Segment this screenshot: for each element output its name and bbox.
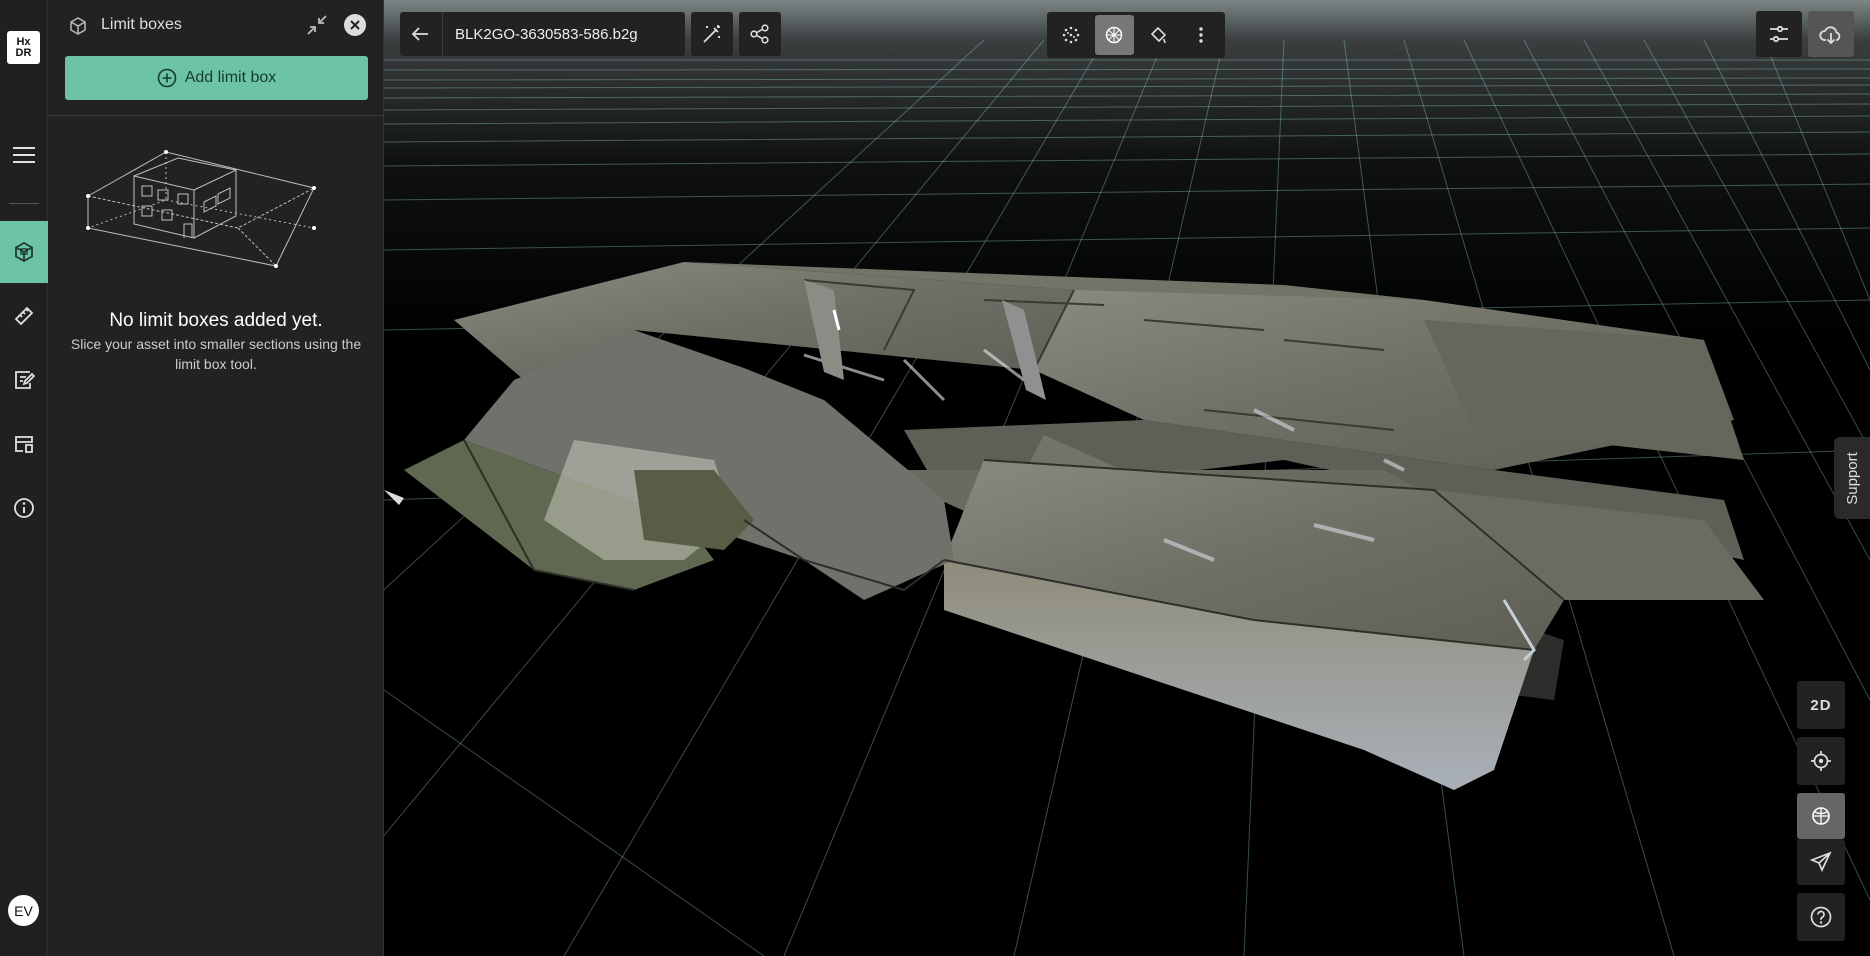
orbit-mode-button[interactable]: [1797, 793, 1845, 839]
hxdr-logo[interactable]: Hx DR: [7, 31, 40, 64]
2d-label: 2D: [1810, 696, 1832, 714]
orbit-globe-icon: [1812, 807, 1830, 825]
fly-mode-button[interactable]: [1797, 839, 1845, 885]
cloud-download-button[interactable]: [1808, 11, 1854, 57]
add-circle-icon: [157, 68, 177, 88]
more-options-button[interactable]: [1182, 15, 1222, 55]
edit-note-icon: [15, 371, 35, 389]
magic-tool-button[interactable]: [691, 12, 733, 56]
add-limit-box-label: Add limit box: [184, 69, 277, 86]
cloud-download-icon: [1819, 26, 1841, 45]
point-cloud-icon: [1062, 26, 1080, 44]
panel-divider: [48, 115, 384, 116]
textured-mode-button[interactable]: [1138, 15, 1178, 55]
rail-item-views[interactable]: [0, 413, 48, 475]
close-panel-button[interactable]: [344, 14, 366, 36]
arrow-left-icon: [411, 27, 428, 41]
limit-boxes-panel: Limit boxes Add limit box No limit boxes…: [48, 0, 384, 956]
file-name: BLK2GO-3630583-586.b2g: [442, 12, 666, 56]
sliders-icon: [1770, 25, 1788, 43]
left-rail: Hx DR EV: [0, 0, 48, 956]
user-avatar[interactable]: EV: [8, 895, 39, 926]
layout-icon: [15, 436, 33, 453]
panel-title: Limit boxes: [101, 16, 182, 33]
file-toolbar: BLK2GO-3630583-586.b2g: [400, 12, 685, 56]
more-vertical-icon: [1199, 27, 1203, 43]
share-button[interactable]: [739, 12, 781, 56]
collapse-panel-icon[interactable]: [306, 14, 328, 41]
empty-state-title: No limit boxes added yet.: [109, 310, 323, 331]
point-cloud-scene: [384, 39, 1870, 956]
back-button[interactable]: [400, 12, 442, 56]
support-label: Support: [1843, 451, 1861, 505]
ruler-icon: [14, 306, 34, 326]
info-icon: [14, 498, 34, 518]
rail-item-limit-boxes[interactable]: [0, 221, 48, 283]
rail-item-measure[interactable]: [0, 285, 48, 347]
help-button[interactable]: [1797, 893, 1845, 941]
add-limit-box-button[interactable]: Add limit box: [65, 56, 368, 100]
rail-item-annotate[interactable]: [0, 349, 48, 411]
limit-box-icon: [68, 16, 88, 41]
hamburger-icon: [13, 147, 35, 163]
rail-divider: [9, 203, 39, 204]
settings-button[interactable]: [1756, 11, 1802, 57]
paint-bucket-icon: [1150, 26, 1166, 44]
send-icon: [1810, 851, 1832, 873]
cube-icon: [15, 241, 33, 263]
rail-item-info[interactable]: [0, 477, 48, 539]
toggle-2d-button[interactable]: 2D: [1797, 681, 1845, 729]
point-cloud-mode-button[interactable]: [1051, 15, 1091, 55]
mesh-mode-button[interactable]: [1094, 15, 1134, 55]
limit-box-illustration: [84, 142, 324, 279]
view-mode-toolbar: [1047, 12, 1225, 58]
empty-state-description: Slice your asset into smaller sections u…: [70, 336, 362, 372]
main-menu-button[interactable]: [0, 124, 48, 186]
share-icon: [750, 24, 769, 44]
3d-viewport[interactable]: BLK2GO-3630583-586.b2g: [384, 0, 1870, 956]
logo-text-bottom: DR: [15, 47, 32, 59]
magic-wand-icon: [703, 25, 720, 43]
app-root: Hx DR EV Limit boxes Add limit box No li…: [0, 0, 1870, 956]
crosshair-icon: [1811, 751, 1831, 771]
close-icon: [350, 20, 360, 30]
support-tab[interactable]: Support: [1834, 437, 1870, 519]
building-model: [384, 262, 1764, 790]
recenter-button[interactable]: [1797, 737, 1845, 785]
mesh-sphere-icon: [1106, 26, 1123, 44]
help-icon: [1810, 906, 1832, 928]
